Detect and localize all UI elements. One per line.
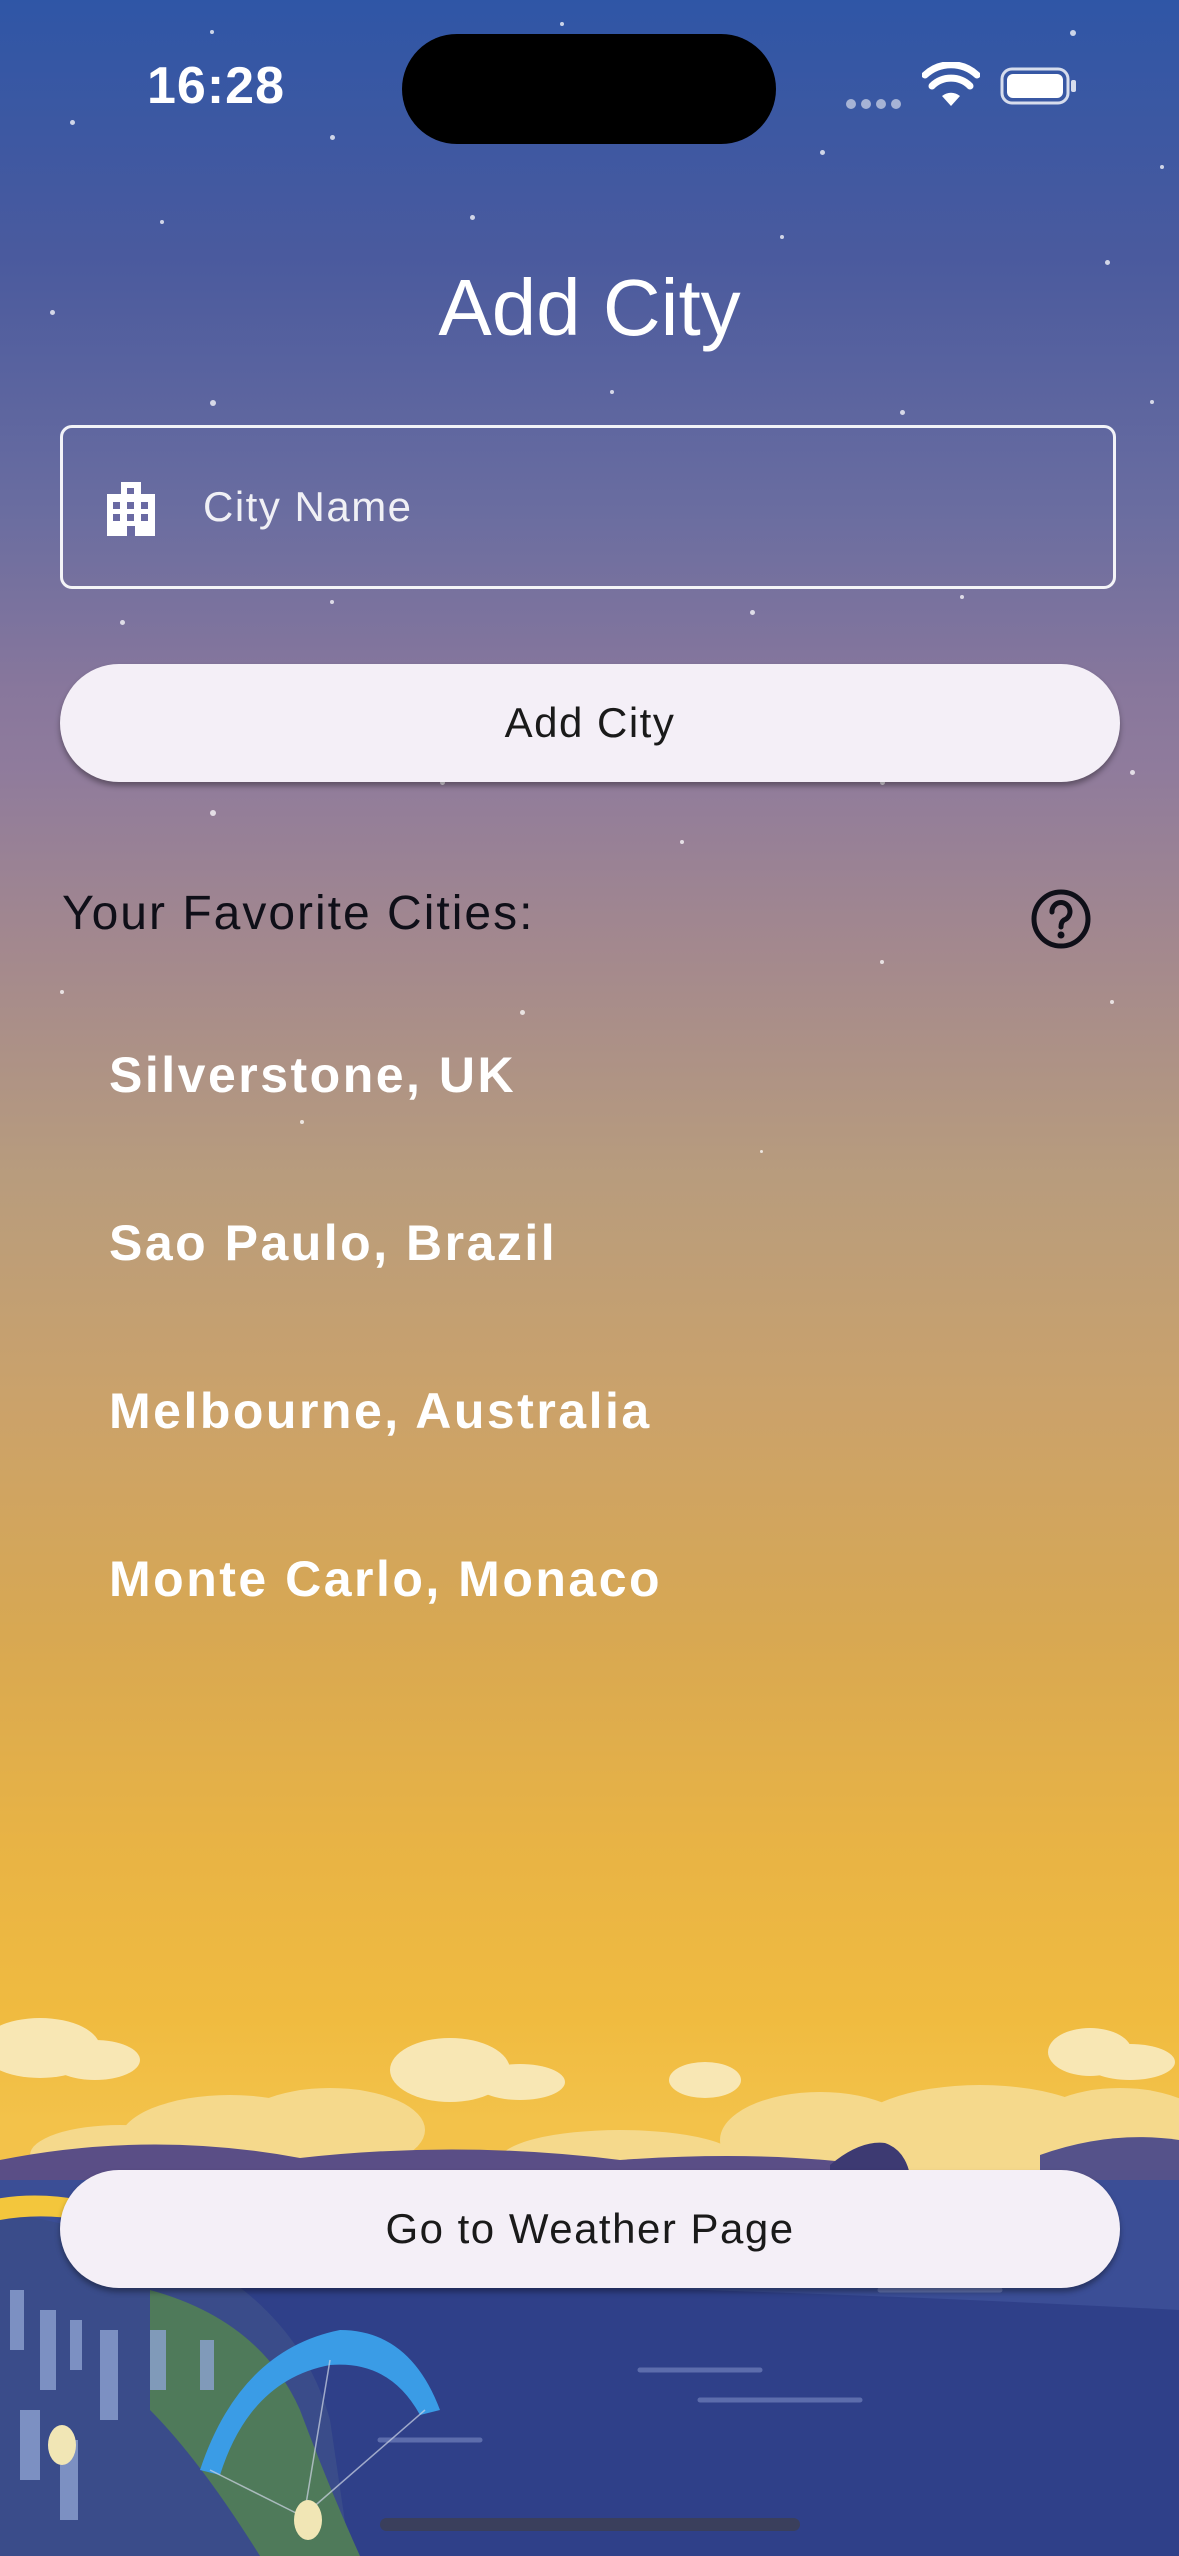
add-city-screen: 16:28 Add City Add City Your Favorite Ci… (0, 0, 1179, 2556)
favorite-cities-list: Silverstone, UK Sao Paulo, Brazil Melbou… (109, 1046, 662, 1718)
page-title: Add City (438, 263, 741, 352)
status-bar-time: 16:28 (147, 57, 285, 115)
favorite-city-item[interactable]: Monte Carlo, Monaco (109, 1550, 662, 1718)
battery-icon (1000, 67, 1076, 105)
help-circle-icon[interactable] (1030, 888, 1092, 950)
wifi-icon (922, 62, 980, 106)
go-to-weather-page-button[interactable]: Go to Weather Page (60, 2170, 1120, 2288)
city-name-input[interactable] (203, 428, 1083, 586)
favorite-city-item[interactable]: Silverstone, UK (109, 1046, 662, 1214)
favorites-header: Your Favorite Cities: (62, 887, 535, 940)
cellular-signal-icon (846, 96, 906, 109)
add-city-button[interactable]: Add City (60, 664, 1120, 782)
building-icon (107, 482, 155, 536)
home-indicator[interactable] (380, 2518, 800, 2531)
city-name-field[interactable] (60, 425, 1116, 589)
dynamic-island (402, 34, 776, 144)
favorite-city-item[interactable]: Sao Paulo, Brazil (109, 1214, 662, 1382)
favorite-city-item[interactable]: Melbourne, Australia (109, 1382, 662, 1550)
